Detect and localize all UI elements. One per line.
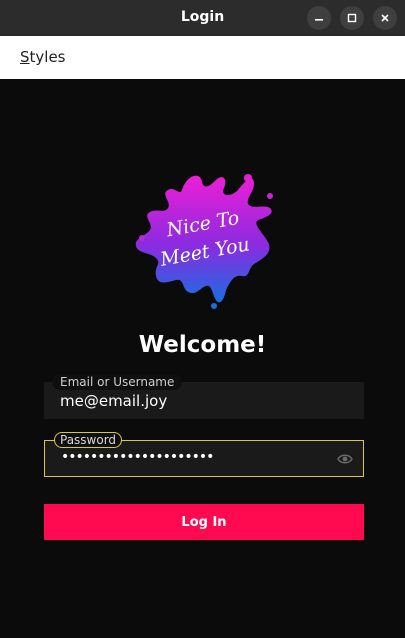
minimize-icon (315, 19, 323, 21)
email-field[interactable]: Email or Username me@email.joy (44, 374, 364, 419)
login-button[interactable]: Log In (44, 504, 364, 540)
email-value[interactable]: me@email.joy (60, 392, 167, 410)
password-value[interactable]: ••••••••••••••••••••• (61, 449, 214, 465)
login-view: Nice To Meet You Welcome! Email or Usern… (0, 79, 405, 638)
maximize-button[interactable] (340, 6, 364, 30)
nice-to-meet-you-logo: Nice To Meet You (135, 174, 273, 309)
menu-bar: Styles (0, 36, 405, 79)
email-label: Email or Username (52, 374, 183, 390)
menu-styles[interactable]: Styles (20, 48, 66, 66)
password-field[interactable]: Password ••••••••••••••••••••• (44, 432, 364, 477)
window-titlebar: Login (0, 0, 405, 36)
password-label: Password (54, 432, 123, 448)
welcome-heading: Welcome! (138, 332, 267, 358)
maximize-icon (347, 13, 357, 23)
close-icon (381, 14, 389, 22)
minimize-button[interactable] (307, 6, 331, 30)
eye-icon[interactable] (337, 452, 353, 466)
close-button[interactable] (373, 6, 397, 30)
